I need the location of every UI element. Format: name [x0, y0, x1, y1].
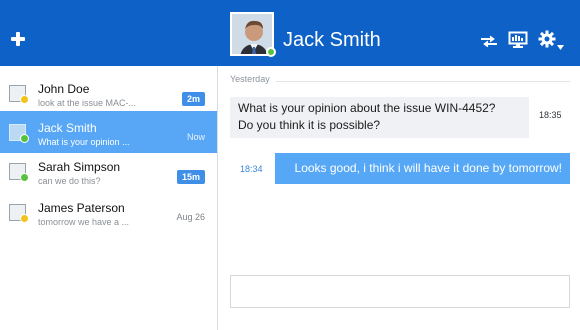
conversation-name: James Paterson	[38, 201, 125, 215]
unread-time-badge: 2m	[181, 92, 205, 106]
gear-icon[interactable]	[538, 30, 556, 48]
conversation-preview: tomorrow we have a ...	[38, 217, 130, 227]
chat-panel: Yesterday What is your opinion about the…	[219, 66, 580, 330]
conversation-preview: What is your opinion ...	[38, 137, 130, 147]
conversation-name: John Doe	[38, 82, 90, 96]
message-input[interactable]	[230, 275, 570, 308]
conversation-item-sarah-simpson[interactable]: Sarah Simpson can we do this? 15m	[0, 150, 217, 192]
conversation-item-james-paterson[interactable]: James Paterson tomorrow we have a ... Au…	[0, 191, 217, 233]
conversation-name: Jack Smith	[38, 121, 97, 135]
status-dot	[20, 95, 29, 104]
conversation-preview: can we do this?	[38, 176, 101, 186]
conversation-preview: look at the issue MAC-...	[38, 98, 137, 108]
contact-name: Jack Smith	[283, 29, 381, 51]
swap-icon[interactable]	[480, 34, 498, 48]
outgoing-message-bubble: Looks good, i think i will have it done …	[275, 153, 570, 184]
conversation-list: John Doe look at the issue MAC-... 2m Ja…	[0, 66, 218, 330]
conversation-time: Now	[186, 132, 205, 142]
plus-icon[interactable]	[10, 31, 26, 47]
day-label: Yesterday	[230, 74, 276, 84]
message-text: What is your opinion about the issue WIN…	[238, 101, 496, 132]
screen-share-icon[interactable]	[508, 31, 528, 49]
conversation-item-john-doe[interactable]: John Doe look at the issue MAC-... 2m	[0, 72, 217, 114]
unread-time-badge: 15m	[176, 170, 205, 184]
status-dot	[20, 214, 29, 223]
message-time: 18:34	[240, 164, 263, 174]
caret-down-icon[interactable]	[557, 37, 564, 50]
contact-status-indicator	[266, 47, 276, 57]
incoming-message-bubble: What is your opinion about the issue WIN…	[230, 97, 529, 138]
day-separator	[230, 81, 570, 82]
conversation-item-jack-smith[interactable]: Jack Smith What is your opinion ... Now	[0, 111, 217, 153]
status-dot	[20, 134, 29, 143]
top-bar: Jack Smith	[0, 0, 580, 66]
status-dot	[20, 173, 29, 182]
message-time: 18:35	[539, 110, 562, 120]
conversation-name: Sarah Simpson	[38, 160, 121, 174]
message-text: Looks good, i think i will have it done …	[294, 161, 562, 175]
conversation-time: Aug 26	[176, 212, 205, 222]
